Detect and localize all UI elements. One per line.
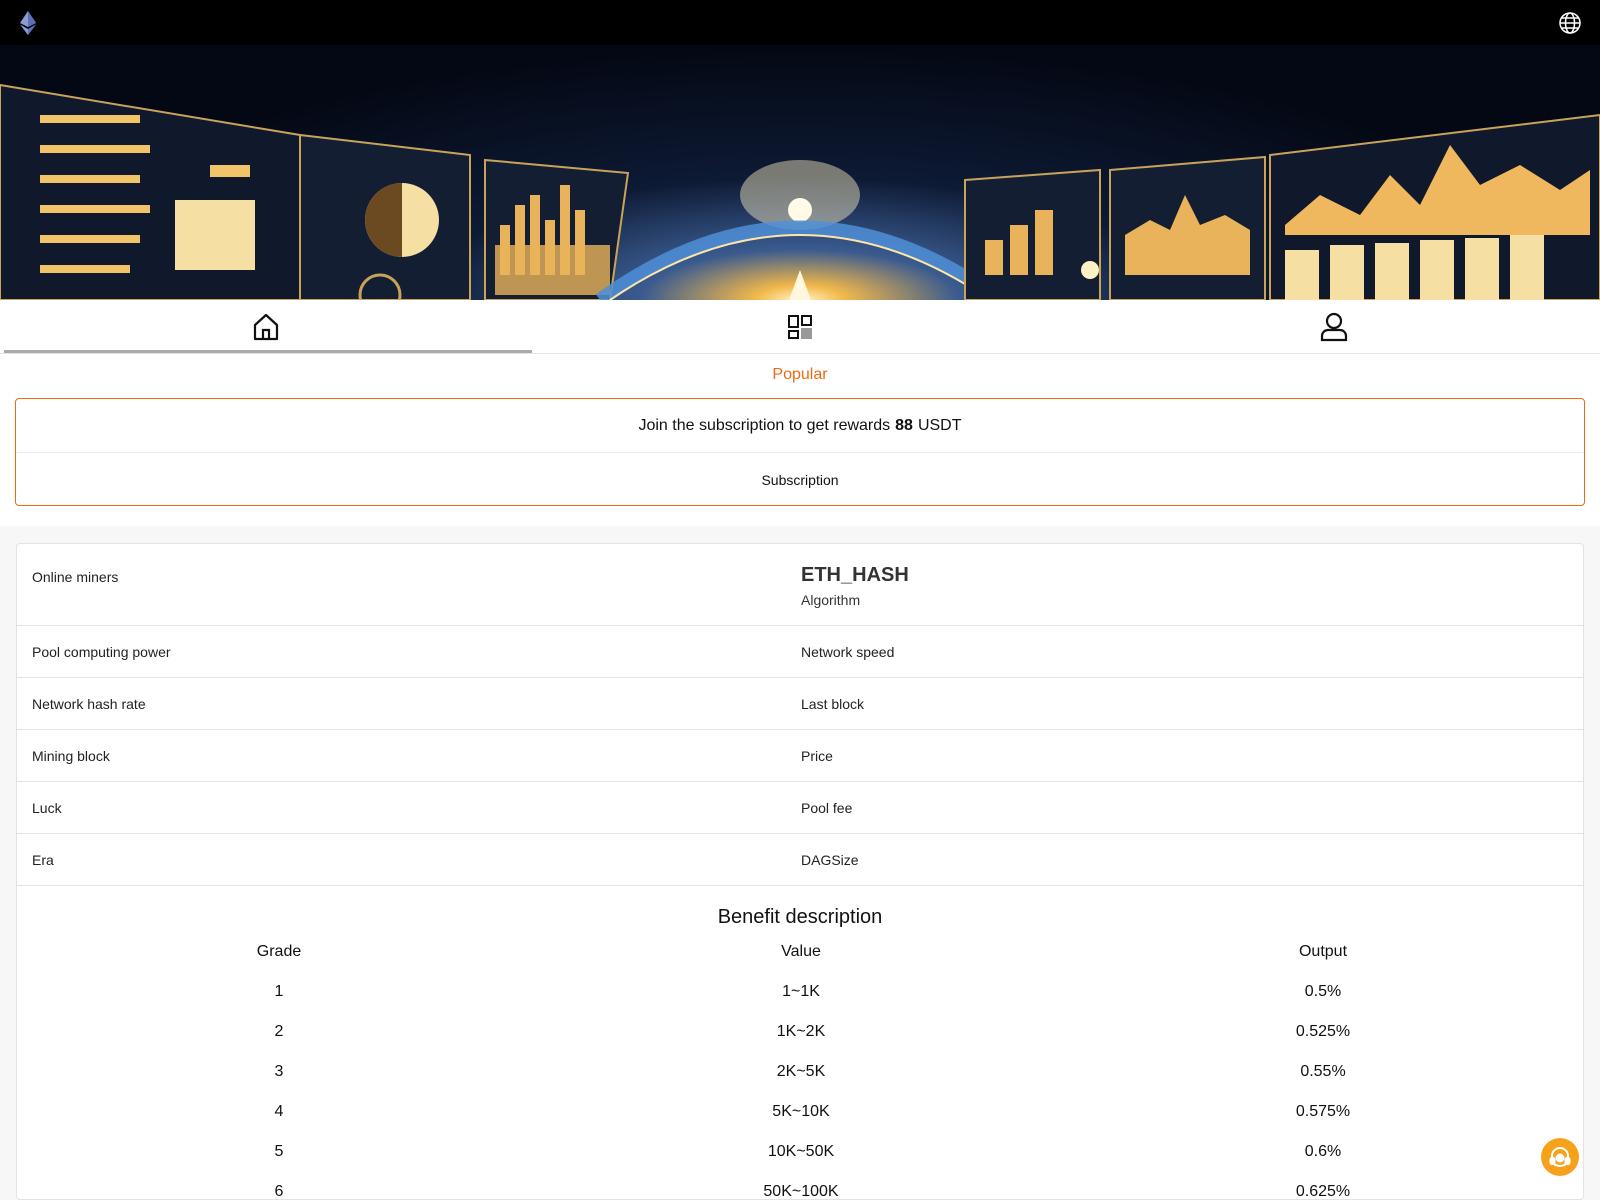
tab-home[interactable] xyxy=(0,300,532,354)
stat-label-right: DAGSize xyxy=(801,852,859,868)
stats-row: Era DAGSize xyxy=(17,834,1583,886)
value-cell: 5K~10K xyxy=(772,1103,830,1120)
stat-label-left: Era xyxy=(32,852,54,868)
stat-label-right: Pool fee xyxy=(801,800,853,816)
grade-cell: 5 xyxy=(274,1143,284,1160)
output-cell: 0.525% xyxy=(1295,1023,1351,1040)
stat-label-left: Pool computing power xyxy=(32,644,171,660)
subscription-reward-text: Join the subscription to get rewards 88 … xyxy=(16,399,1584,453)
reward-currency: USDT xyxy=(917,416,962,434)
algorithm-label: Algorithm xyxy=(801,592,861,608)
stat-label-left: Network hash rate xyxy=(32,696,146,712)
stat-label-right: Network speed xyxy=(801,644,895,660)
header-grade: Grade xyxy=(256,943,302,960)
output-cell: 0.625% xyxy=(1295,1183,1351,1200)
customer-support-button[interactable] xyxy=(1541,1138,1579,1176)
tab-apps[interactable] xyxy=(534,300,1066,354)
home-icon xyxy=(253,313,279,341)
headset-icon xyxy=(1549,1147,1571,1167)
active-tab-indicator xyxy=(4,350,532,353)
stats-row: Network hash rate Last block xyxy=(17,678,1583,730)
header-value: Value xyxy=(781,943,821,960)
apps-grid-icon xyxy=(788,315,812,339)
user-icon xyxy=(1320,312,1348,342)
stats-row: Luck Pool fee xyxy=(17,782,1583,834)
globe-icon[interactable] xyxy=(1558,11,1582,35)
grade-cell: 3 xyxy=(274,1063,284,1080)
stats-row: Pool computing power Network speed xyxy=(17,626,1583,678)
benefit-title: Benefit description xyxy=(717,906,883,928)
grade-cell: 4 xyxy=(274,1103,284,1120)
ethereum-icon[interactable] xyxy=(18,11,38,35)
hero-banner xyxy=(0,45,1600,300)
pool-stats-card: Online miners ETH_HASH Algorithm Pool co… xyxy=(16,543,1584,1200)
algorithm-name: ETH_HASH xyxy=(801,564,909,586)
grade-cell: 2 xyxy=(274,1023,284,1040)
header-output: Output xyxy=(1298,943,1348,960)
stat-label-left: Mining block xyxy=(32,748,110,764)
output-cell: 0.6% xyxy=(1304,1143,1342,1160)
subscription-button[interactable]: Subscription xyxy=(16,453,1584,506)
grade-cell: 6 xyxy=(274,1183,284,1200)
stat-label-right: Price xyxy=(801,748,833,764)
output-cell: 0.5% xyxy=(1304,983,1342,1000)
grade-cell: 1 xyxy=(274,983,284,1000)
stats-row-miners: Online miners ETH_HASH Algorithm xyxy=(17,544,1583,626)
bottom-tab-bar xyxy=(0,300,1600,354)
stats-row: Mining block Price xyxy=(17,730,1583,782)
top-bar xyxy=(0,0,1600,45)
reward-text-before: Join the subscription to get rewards xyxy=(638,416,891,434)
value-cell: 1K~2K xyxy=(776,1023,826,1040)
output-cell: 0.55% xyxy=(1300,1063,1346,1080)
section-label-popular: Popular xyxy=(772,366,828,383)
value-cell: 10K~50K xyxy=(767,1143,835,1160)
value-cell: 50K~100K xyxy=(763,1183,839,1200)
tab-profile[interactable] xyxy=(1068,300,1600,354)
reward-amount: 88 xyxy=(895,416,913,434)
output-cell: 0.575% xyxy=(1295,1103,1351,1120)
stat-label-left: Luck xyxy=(32,800,62,816)
subscription-card: Join the subscription to get rewards 88 … xyxy=(15,398,1585,506)
value-cell: 1~1K xyxy=(782,983,820,1000)
stat-label-right: Last block xyxy=(801,696,865,712)
value-cell: 2K~5K xyxy=(776,1063,826,1080)
online-miners-label: Online miners xyxy=(32,569,119,585)
